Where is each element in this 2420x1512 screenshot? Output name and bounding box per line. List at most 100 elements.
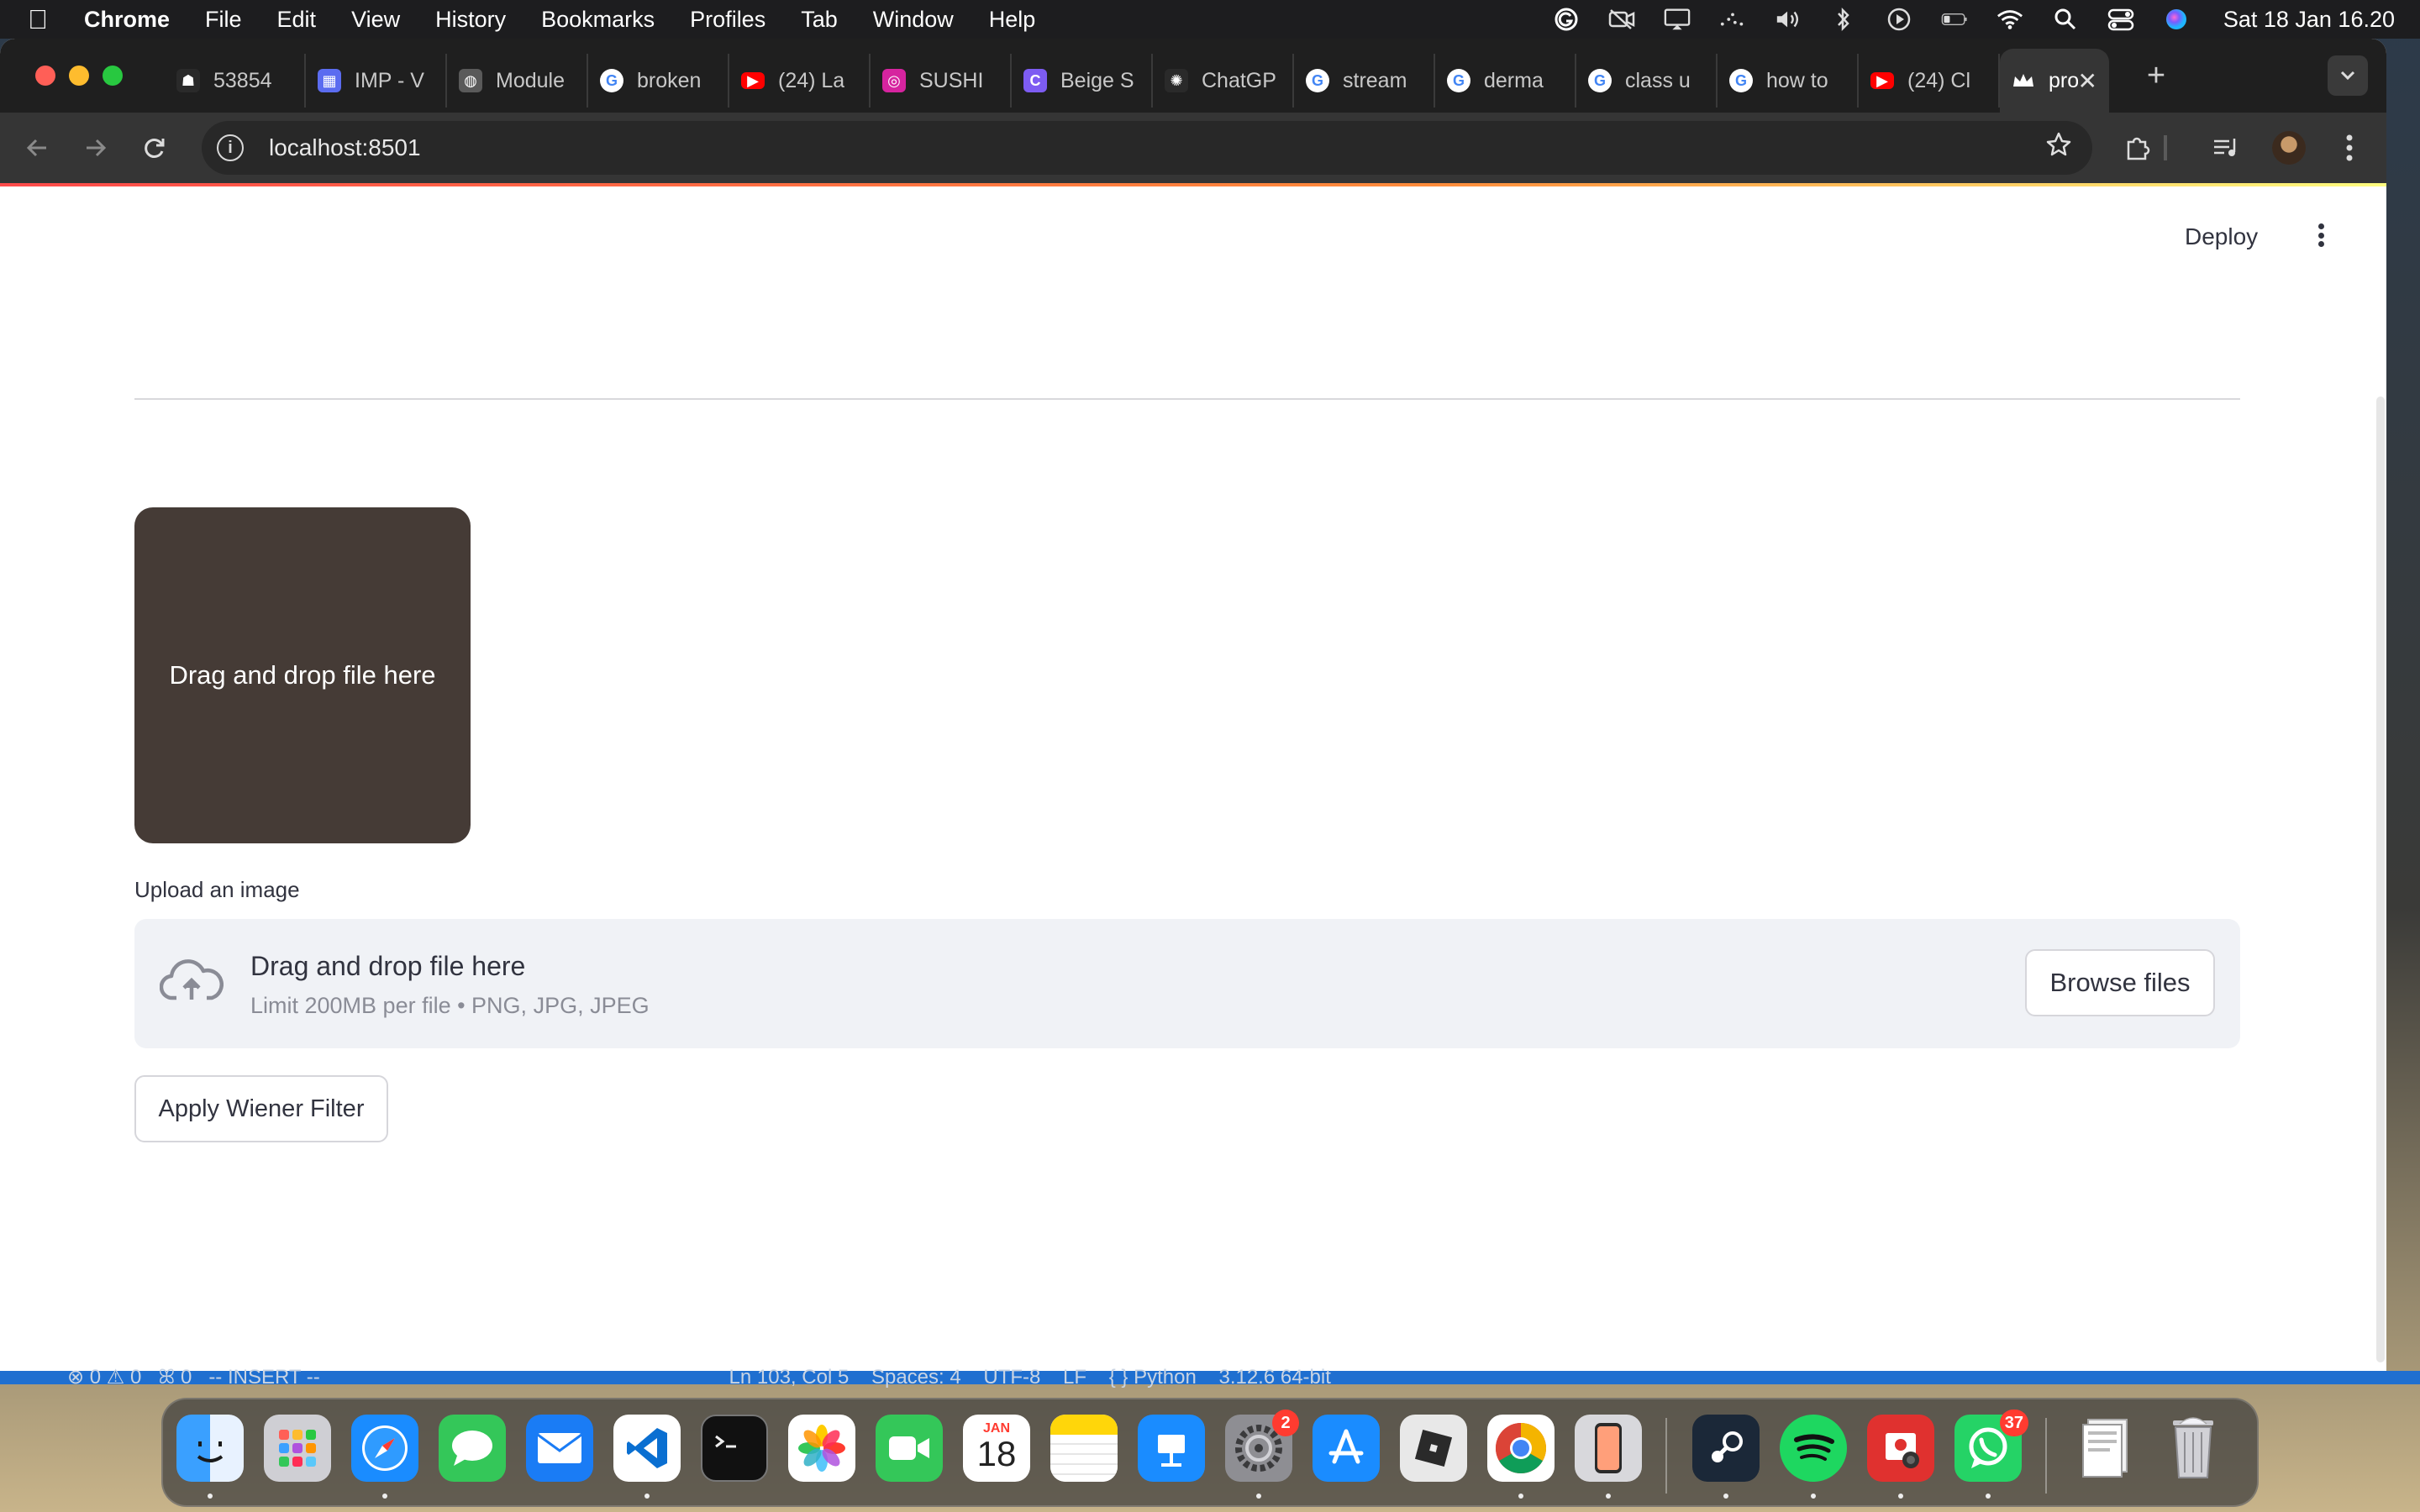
close-tab-icon[interactable]: ✕	[2078, 67, 2097, 95]
vscode-icon[interactable]	[613, 1415, 681, 1482]
file-dropzone[interactable]: Drag and drop file here Limit 200MB per …	[134, 919, 2240, 1048]
editor-status-text: ⊗ 0 ⚠ 0 ꕤ 0 -- INSERT -- Ln 103, Col 5 S…	[67, 1366, 1331, 1389]
back-button[interactable]	[18, 129, 55, 166]
spotify-icon[interactable]	[1780, 1415, 1847, 1482]
screen-mirroring-icon[interactable]	[1664, 8, 1691, 31]
spotlight-dots-icon[interactable]	[1719, 8, 1746, 31]
tab-title: SUSHI	[919, 68, 984, 92]
search-icon[interactable]	[2052, 8, 2079, 31]
reload-button[interactable]	[136, 129, 173, 166]
globe-icon: ◍	[459, 69, 482, 92]
browser-tab[interactable]: ✺ ChatGP	[1153, 54, 1294, 108]
system-settings-icon[interactable]: 2	[1225, 1410, 1299, 1482]
menu-edit[interactable]: Edit	[277, 7, 317, 33]
menu-file[interactable]: File	[205, 7, 242, 33]
downloads-stack-icon[interactable]	[2072, 1415, 2139, 1482]
notes-icon[interactable]	[1050, 1415, 1118, 1482]
media-control-icon[interactable]	[2208, 129, 2245, 166]
roblox-icon[interactable]	[1400, 1415, 1467, 1482]
menu-history[interactable]: History	[435, 7, 506, 33]
safari-icon[interactable]	[351, 1415, 418, 1482]
whatsapp-icon[interactable]: 37	[1954, 1410, 2028, 1482]
terminal-icon[interactable]	[701, 1415, 768, 1482]
photos-icon[interactable]	[788, 1415, 855, 1482]
tab-title: class u	[1625, 68, 1691, 92]
bluetooth-icon[interactable]	[1830, 7, 1857, 32]
menu-profiles[interactable]: Profiles	[690, 7, 765, 33]
profile-avatar[interactable]	[2272, 131, 2306, 165]
google-icon: G	[1306, 69, 1329, 92]
menu-window[interactable]: Window	[873, 7, 954, 33]
tab-search-button[interactable]	[2328, 55, 2368, 96]
photo-booth-icon[interactable]	[1867, 1415, 1934, 1482]
menubar-clock[interactable]: Sat 18 Jan 16.20	[2223, 7, 2395, 33]
play-icon[interactable]	[1886, 8, 1912, 31]
menu-view[interactable]: View	[351, 7, 400, 33]
browser-tab[interactable]: Gderma	[1435, 54, 1576, 108]
close-window-button[interactable]	[35, 66, 55, 86]
control-center-icon[interactable]	[2107, 8, 2134, 31]
dock: JAN 18 2 37	[161, 1398, 2259, 1507]
finder-icon[interactable]	[176, 1415, 244, 1482]
canva-icon: C	[1023, 69, 1047, 92]
launchpad-icon[interactable]	[264, 1415, 331, 1482]
browser-tab[interactable]: Gstream	[1294, 54, 1435, 108]
browser-tab[interactable]: ▶ (24) La	[729, 54, 871, 108]
siri-icon[interactable]	[2163, 8, 2190, 31]
chrome-icon[interactable]	[1487, 1415, 1555, 1482]
browser-tab[interactable]: ◎ SUSHI	[871, 54, 1012, 108]
bookmark-star-icon[interactable]	[2045, 131, 2072, 165]
tab-title: stream	[1343, 68, 1407, 92]
page-scrollbar[interactable]	[2376, 396, 2385, 1362]
dropzone-title: Drag and drop file here	[250, 951, 526, 981]
browse-files-button[interactable]: Browse files	[2025, 949, 2215, 1016]
volume-icon[interactable]	[1775, 8, 1802, 31]
apply-wiener-filter-button[interactable]: Apply Wiener Filter	[134, 1075, 388, 1142]
url-text[interactable]: localhost:8501	[269, 134, 421, 161]
trash-icon[interactable]	[2160, 1415, 2227, 1482]
app-menu-chrome[interactable]: Chrome	[84, 7, 170, 33]
browser-tab[interactable]: Ghow to	[1718, 54, 1859, 108]
battery-icon[interactable]	[1941, 8, 1968, 31]
browser-tab[interactable]: Gclass u	[1576, 54, 1718, 108]
minimize-window-button[interactable]	[69, 66, 89, 86]
messages-icon[interactable]	[439, 1415, 506, 1482]
arrow-left-icon	[26, 139, 46, 157]
browser-tab[interactable]: ▶ (24) Cl	[1859, 54, 2000, 108]
browser-tab[interactable]: ▦ IMP - V	[306, 54, 447, 108]
iphone-mirroring-icon[interactable]	[1575, 1415, 1642, 1482]
chrome-window: ☗ 53854 ▦ IMP - V ◍ Module Gbroken ▶ (24) La ◎ SUS…	[0, 39, 2386, 1371]
extensions-puzzle-icon[interactable]	[2119, 129, 2156, 166]
chrome-menu-icon[interactable]	[2331, 129, 2368, 166]
new-tab-button[interactable]: +	[2139, 58, 2173, 94]
address-bar[interactable]: i localhost:8501	[202, 121, 2092, 175]
app-store-icon[interactable]	[1313, 1415, 1380, 1482]
facetime-icon[interactable]	[876, 1415, 943, 1482]
main-menu-kebab-icon[interactable]	[2312, 218, 2329, 252]
menu-tab[interactable]: Tab	[801, 7, 838, 33]
active-browser-tab[interactable]: pro ✕	[2000, 49, 2109, 113]
iphone-mirroring-running-dot	[1606, 1494, 1611, 1499]
deploy-button[interactable]: Deploy	[2185, 223, 2258, 250]
browser-tab[interactable]: ☗ 53854	[165, 54, 306, 108]
calendar-icon[interactable]: JAN 18	[963, 1415, 1030, 1482]
no-camera-icon[interactable]	[1608, 8, 1635, 31]
steam-icon[interactable]	[1692, 1415, 1760, 1482]
grammarly-icon[interactable]	[1553, 8, 1580, 31]
menu-help[interactable]: Help	[989, 7, 1036, 33]
browser-tab[interactable]: ◍ Module	[447, 54, 588, 108]
mail-icon[interactable]	[526, 1415, 593, 1482]
wifi-icon[interactable]	[1996, 8, 2023, 31]
apple-menu-icon[interactable]: 	[25, 4, 50, 35]
forward-button[interactable]	[77, 129, 114, 166]
chevron-down-icon	[2340, 71, 2355, 81]
active-tab-title: pro	[2049, 68, 2078, 92]
keynote-icon[interactable]	[1138, 1415, 1205, 1482]
browser-tab[interactable]: Gbroken	[588, 54, 729, 108]
zoom-window-button[interactable]	[103, 66, 123, 86]
site-info-icon[interactable]: i	[217, 134, 244, 161]
browser-tab[interactable]: C Beige S	[1012, 54, 1153, 108]
uploader-label: Upload an image	[134, 877, 300, 902]
menu-bookmarks[interactable]: Bookmarks	[541, 7, 655, 33]
youtube-icon: ▶	[741, 72, 765, 89]
